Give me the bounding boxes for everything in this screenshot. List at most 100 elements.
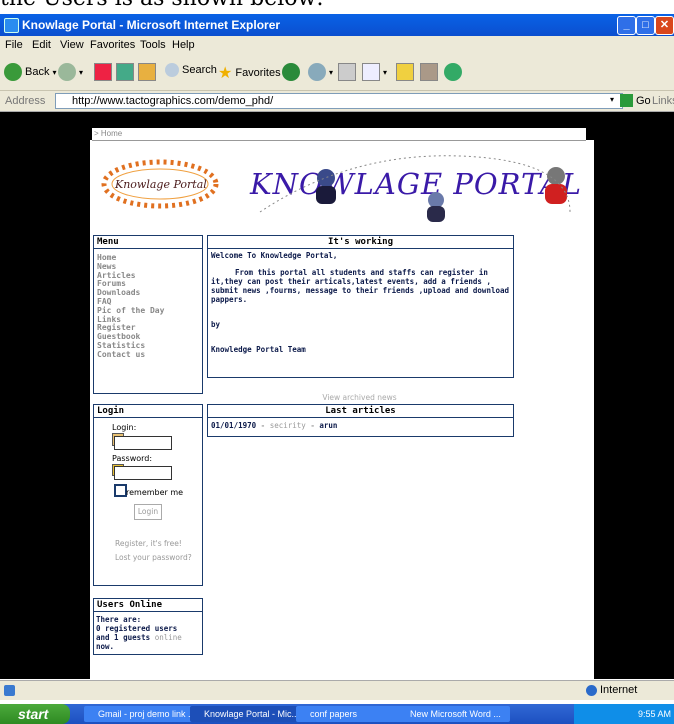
password-input[interactable] (114, 466, 172, 480)
print-icon (338, 63, 356, 81)
login-input[interactable] (114, 436, 172, 450)
globe-icon (586, 685, 597, 696)
toolbar: Back ▾ ▾ Search ★ Favorites ▾ ▾ (0, 54, 674, 91)
back-arrow-icon (4, 63, 22, 81)
edit-button[interactable]: ▾ (362, 63, 387, 81)
home-button[interactable] (138, 63, 156, 81)
messenger-icon (444, 63, 462, 81)
articles-box: Last articles 01/01/1970 - secirity - ar… (207, 404, 514, 437)
clock[interactable]: 9:55 AM (638, 709, 671, 719)
view-archived-news-link[interactable]: View archived news (207, 393, 512, 402)
menu-favorites[interactable]: Favorites (90, 39, 135, 51)
login-label: Login: (112, 423, 137, 432)
folder-icon (396, 63, 414, 81)
task-conf-papers[interactable]: conf papers (296, 706, 400, 722)
news-team: Knowledge Portal Team (211, 345, 306, 354)
stop-icon (94, 63, 112, 81)
document-caption: the Users is as shown below: (0, 0, 324, 11)
print-button[interactable] (338, 63, 356, 81)
star-icon: ★ (218, 65, 233, 82)
menu-item-contact-us[interactable]: Contact us (94, 350, 202, 360)
go-button[interactable]: Go (636, 95, 651, 107)
address-bar: Address http://www.tactographics.com/dem… (0, 91, 674, 112)
search-icon (165, 63, 179, 77)
forward-button[interactable]: ▾ (58, 63, 83, 81)
site-banner: KNOWLAGE PORTAL Knowlage Portal (90, 142, 594, 228)
word-icon (362, 63, 380, 81)
news-by: by (211, 320, 221, 329)
window-titlebar[interactable]: Knowlage Portal - Microsoft Internet Exp… (0, 14, 674, 36)
breadcrumb: > Home (92, 128, 586, 141)
banner-heading: KNOWLAGE PORTAL (249, 167, 582, 201)
go-arrow-icon[interactable] (620, 94, 633, 107)
maximize-button[interactable]: □ (636, 16, 655, 35)
login-title: Login (94, 405, 202, 418)
menu-box: Menu Home News Articles Forums Downloads… (93, 235, 203, 394)
news-title: It's working (208, 236, 513, 249)
research-button[interactable] (420, 63, 438, 81)
back-button[interactable]: Back ▾ (4, 63, 56, 81)
minimize-button[interactable]: _ (617, 16, 636, 35)
menu-help[interactable]: Help (172, 39, 195, 51)
refresh-button[interactable] (116, 63, 134, 81)
messenger-button[interactable] (444, 63, 462, 81)
media-icon (282, 63, 300, 81)
media-button[interactable] (282, 63, 300, 81)
article-date: 01/01/1970 (211, 421, 257, 430)
article-category[interactable]: secirity (270, 421, 306, 430)
page-icon (4, 685, 15, 696)
login-box: Login Login: Password: remember me Login… (93, 404, 203, 586)
news-box: It's working Welcome To Knowledge Portal… (207, 235, 514, 378)
address-label: Address (5, 95, 46, 107)
users-online-line1: There are: (96, 615, 142, 624)
remember-me-label: remember me (126, 488, 184, 497)
forward-arrow-icon (58, 63, 76, 81)
search-button[interactable]: Search (165, 63, 217, 77)
users-online-box: Users Online There are: 0 registered use… (93, 598, 203, 655)
logo-text: Knowlage Portal (115, 178, 207, 191)
links-button[interactable]: Links (652, 95, 674, 107)
history-button[interactable]: ▾ (308, 63, 333, 81)
users-online-line2: 0 registered users (96, 624, 178, 633)
quick-launch-icons[interactable] (505, 707, 565, 721)
ie-icon (4, 18, 19, 33)
article-author[interactable]: arun (319, 421, 337, 430)
lost-password-link[interactable]: Lost your password? (115, 553, 192, 562)
breadcrumb-home[interactable]: > Home (94, 129, 122, 138)
task-knowlage-portal[interactable]: Knowlage Portal - Mic... (190, 706, 304, 722)
users-online-line3: and 1 guests online now. (96, 633, 182, 651)
window-title: Knowlage Portal - Microsoft Internet Exp… (22, 18, 281, 32)
close-button[interactable]: ✕ (655, 16, 674, 35)
status-bar: Internet (0, 680, 674, 700)
address-input[interactable]: http://www.tactographics.com/demo_phd/ (55, 93, 623, 109)
menu-bar: File Edit View Favorites Tools Help (0, 36, 674, 54)
password-label: Password: (112, 454, 153, 463)
online-link[interactable]: online (155, 633, 182, 642)
article-row[interactable]: 01/01/1970 - secirity - arun (208, 418, 513, 433)
task-word[interactable]: New Microsoft Word ... (396, 706, 510, 722)
address-dropdown[interactable]: ▾ (610, 95, 614, 104)
home-icon (138, 63, 156, 81)
history-icon (308, 63, 326, 81)
refresh-icon (116, 63, 134, 81)
task-gmail[interactable]: Gmail - proj demo link ... (84, 706, 198, 722)
news-welcome: Welcome To Knowledge Portal, (211, 251, 338, 260)
zone-label: Internet (600, 684, 638, 696)
start-button[interactable]: start (0, 704, 70, 724)
articles-title: Last articles (208, 405, 513, 418)
menu-title: Menu (94, 236, 202, 249)
favorites-button[interactable]: ★ Favorites (218, 63, 281, 83)
users-online-title: Users Online (94, 599, 202, 612)
news-body: From this portal all students and staffs… (211, 268, 510, 304)
menu-view[interactable]: View (60, 39, 84, 51)
taskbar: start Gmail - proj demo link ... Knowlag… (0, 704, 674, 724)
menu-file[interactable]: File (5, 39, 23, 51)
system-tray: 9:55 AM (574, 704, 674, 724)
login-button[interactable]: Login (134, 504, 162, 520)
discuss-button[interactable] (396, 63, 414, 81)
menu-edit[interactable]: Edit (32, 39, 51, 51)
research-icon (420, 63, 438, 81)
register-link[interactable]: Register, it's free! (115, 539, 182, 548)
stop-button[interactable] (94, 63, 112, 81)
menu-tools[interactable]: Tools (140, 39, 166, 51)
